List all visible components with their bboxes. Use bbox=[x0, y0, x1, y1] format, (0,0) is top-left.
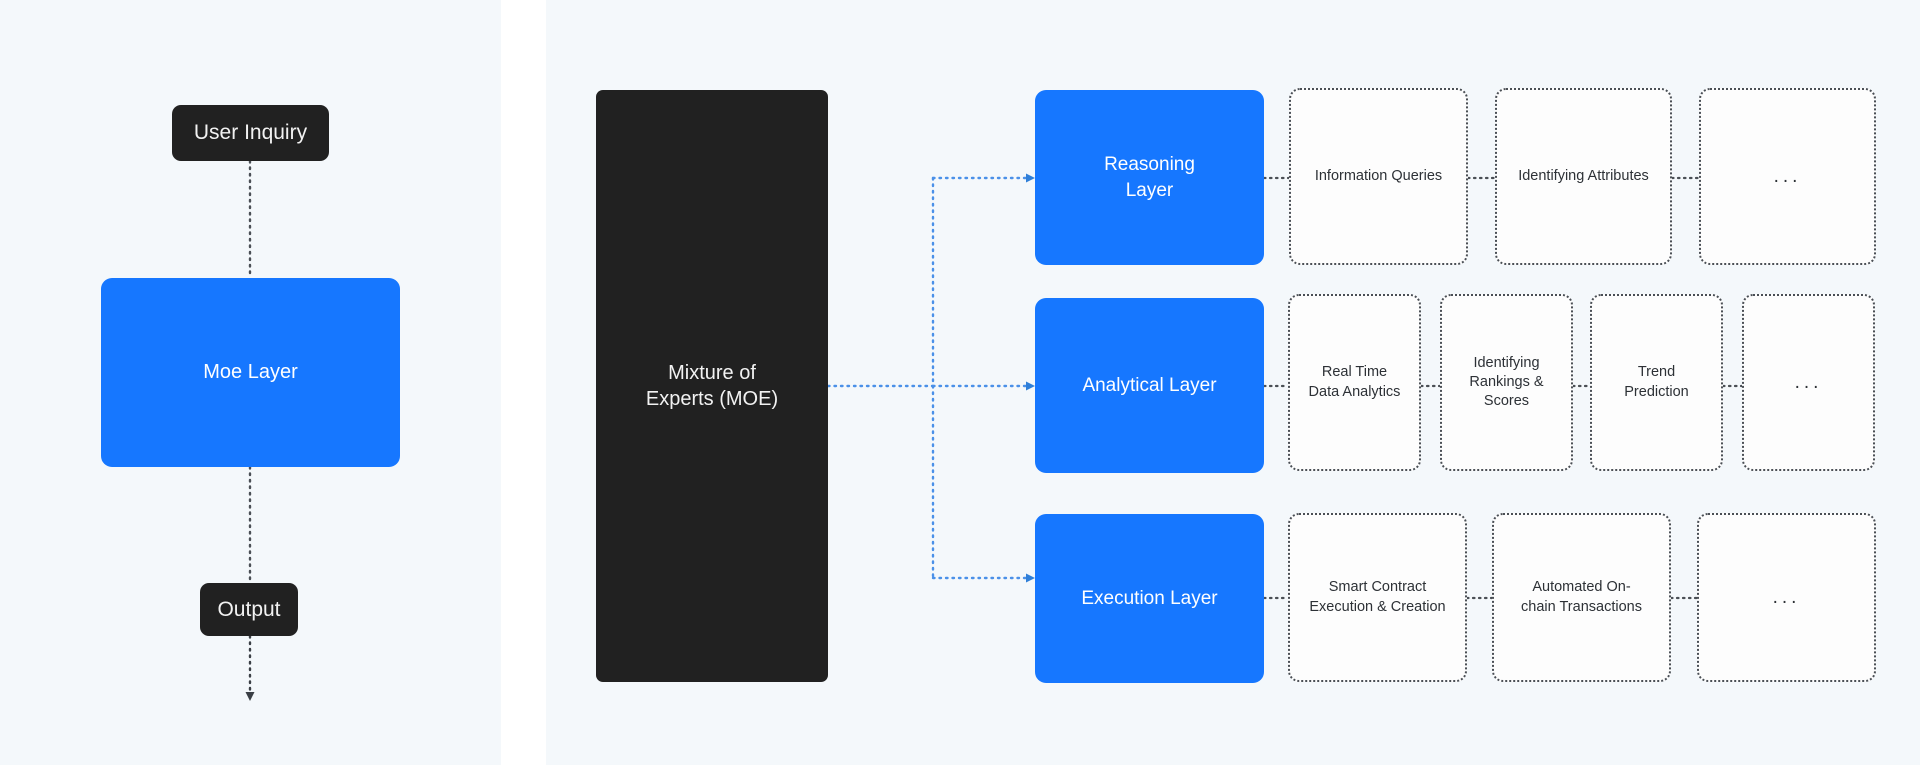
card-r3c2-line-2: chain Transactions bbox=[1521, 598, 1642, 615]
card-analytical-more[interactable]: ... bbox=[1742, 294, 1875, 471]
card-trend-prediction-label: Trend Prediction bbox=[1624, 363, 1688, 401]
moe-label-line-1: Mixture of bbox=[668, 361, 756, 384]
card-information-queries[interactable]: Information Queries bbox=[1289, 88, 1468, 265]
card-real-time-data-analytics-label: Real Time Data Analytics bbox=[1309, 363, 1401, 401]
card-r2c1-line-1: Real Time bbox=[1321, 364, 1388, 381]
card-smart-contract-execution-label: Smart Contract Execution & Creation bbox=[1309, 578, 1445, 616]
card-execution-more[interactable]: ... bbox=[1697, 513, 1876, 682]
node-analytical-layer[interactable]: Analytical Layer bbox=[1035, 298, 1264, 473]
node-user-inquiry-label: User Inquiry bbox=[193, 121, 308, 145]
card-r2c1-line-2: Data Analytics bbox=[1308, 383, 1401, 400]
card-r2c2-line-2: Rankings & bbox=[1469, 373, 1544, 390]
card-r2c3-line-1: Trend bbox=[1637, 364, 1676, 381]
card-r3c1-line-2: Execution & Creation bbox=[1309, 598, 1446, 615]
reasoning-label-line-1: Reasoning bbox=[1104, 154, 1195, 176]
card-r2c2-line-1: Identifying bbox=[1473, 354, 1540, 371]
node-moe-layer[interactable]: Moe Layer bbox=[101, 278, 400, 467]
card-r2c2-line-3: Scores bbox=[1483, 393, 1530, 410]
node-user-inquiry[interactable]: User Inquiry bbox=[172, 105, 329, 161]
card-real-time-data-analytics[interactable]: Real Time Data Analytics bbox=[1288, 294, 1421, 471]
card-r3c1-line-1: Smart Contract bbox=[1328, 579, 1427, 596]
node-execution-layer-label: Execution Layer bbox=[1081, 587, 1218, 609]
node-moe-layer-label: Moe Layer bbox=[203, 361, 298, 384]
node-mixture-of-experts[interactable]: Mixture of Experts (MOE) bbox=[596, 90, 828, 682]
card-reasoning-more[interactable]: ... bbox=[1699, 88, 1876, 265]
node-reasoning-layer-label: Reasoning Layer bbox=[1104, 152, 1195, 202]
card-identifying-rankings-scores[interactable]: Identifying Rankings & Scores bbox=[1440, 294, 1573, 471]
card-smart-contract-execution[interactable]: Smart Contract Execution & Creation bbox=[1288, 513, 1467, 682]
diagram-canvas: User Inquiry Moe Layer Output Mixture of… bbox=[0, 0, 1920, 765]
reasoning-label-line-2: Layer bbox=[1125, 179, 1174, 201]
node-output[interactable]: Output bbox=[200, 583, 298, 636]
moe-label-line-2: Experts (MOE) bbox=[645, 388, 779, 410]
card-information-queries-label: Information Queries bbox=[1314, 167, 1443, 184]
card-trend-prediction[interactable]: Trend Prediction bbox=[1590, 294, 1723, 471]
node-analytical-layer-label: Analytical Layer bbox=[1082, 374, 1217, 396]
card-identifying-attributes[interactable]: Identifying Attributes bbox=[1495, 88, 1672, 265]
node-mixture-of-experts-label: Mixture of Experts (MOE) bbox=[646, 360, 778, 413]
node-output-label: Output bbox=[217, 597, 281, 621]
node-execution-layer[interactable]: Execution Layer bbox=[1035, 514, 1264, 683]
card-execution-more-label: ... bbox=[1772, 586, 1801, 608]
card-r2c3-line-2: Prediction bbox=[1624, 383, 1689, 400]
card-identifying-rankings-scores-label: Identifying Rankings & Scores bbox=[1469, 354, 1543, 411]
card-r3c2-line-1: Automated On- bbox=[1532, 579, 1631, 596]
card-reasoning-more-label: ... bbox=[1773, 165, 1802, 187]
card-analytical-more-label: ... bbox=[1794, 371, 1823, 393]
card-automated-onchain-transactions[interactable]: Automated On- chain Transactions bbox=[1492, 513, 1671, 682]
node-reasoning-layer[interactable]: Reasoning Layer bbox=[1035, 90, 1264, 265]
card-identifying-attributes-label: Identifying Attributes bbox=[1518, 167, 1649, 184]
card-automated-onchain-transactions-label: Automated On- chain Transactions bbox=[1521, 578, 1642, 616]
